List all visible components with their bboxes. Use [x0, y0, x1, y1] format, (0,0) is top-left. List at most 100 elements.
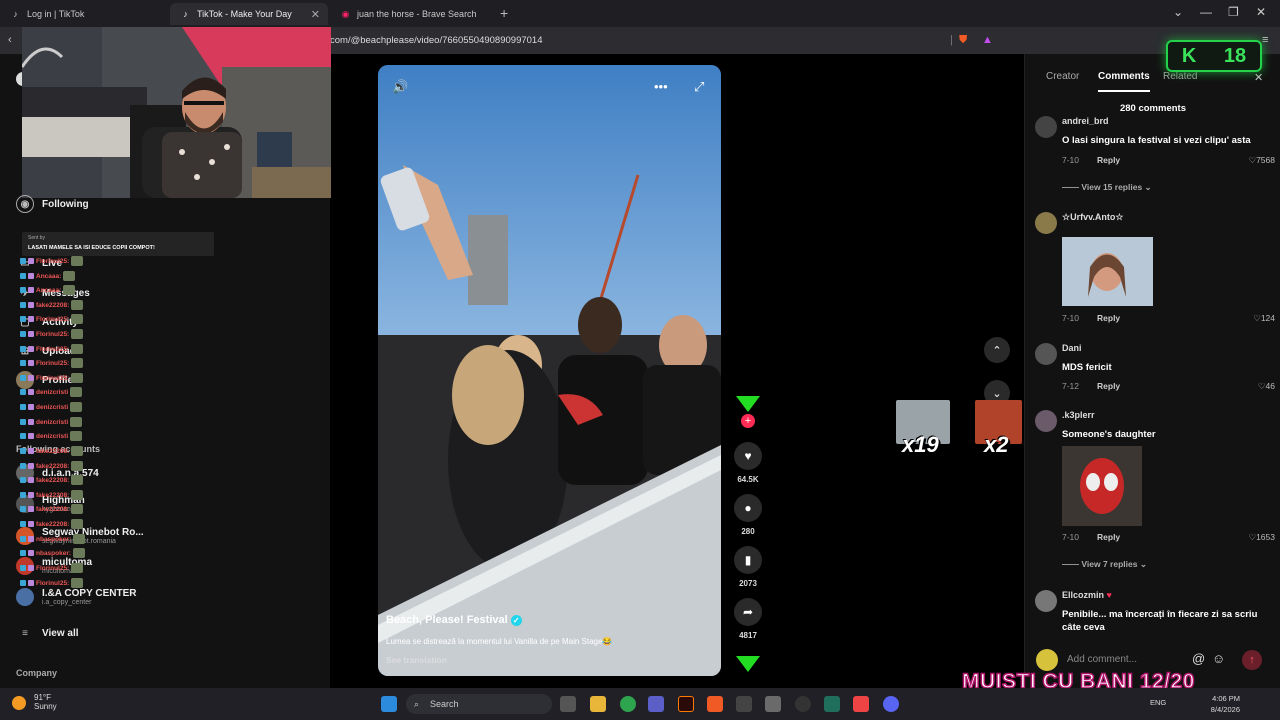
previous-video-button[interactable]: ⌃ [984, 337, 1010, 363]
bookmark-icon[interactable]: ▮ [734, 546, 762, 574]
reply-button[interactable]: Reply [1097, 532, 1120, 542]
like-action[interactable]: ♥ 64.5K [733, 442, 763, 484]
windows-start-icon[interactable] [381, 696, 397, 712]
brave-icon[interactable] [707, 696, 723, 712]
fullscreen-icon[interactable]: ⤢ [694, 79, 704, 95]
close-panel-icon[interactable]: ✕ [1254, 71, 1263, 84]
tab-related[interactable]: Related [1163, 71, 1197, 82]
comment-user[interactable]: Dani [1062, 343, 1082, 353]
reply-button[interactable]: Reply [1097, 313, 1120, 323]
tab-login[interactable]: ♪ Log in | TikTok [0, 3, 170, 25]
heart-icon[interactable]: ♥ [734, 442, 762, 470]
comment-date: 7-10 [1062, 155, 1080, 165]
task-view-icon[interactable] [560, 696, 576, 712]
brave-rewards-icon[interactable]: ▲ [982, 34, 993, 46]
app-icon[interactable] [736, 696, 752, 712]
chat-username: Florinul25: [36, 345, 70, 353]
view-replies-button[interactable]: —— View 15 replies ⌄ [1062, 182, 1152, 193]
avatar[interactable] [1035, 343, 1057, 365]
post-comment-button[interactable]: ↑ [1242, 650, 1262, 670]
avatar[interactable] [1035, 116, 1057, 138]
comment-action[interactable]: ● 280 [733, 494, 763, 536]
reply-button[interactable]: Reply [1097, 155, 1120, 165]
emoji-icon[interactable]: ☺ [1212, 651, 1225, 666]
share-icon[interactable]: ➦ [734, 598, 762, 626]
comment-user[interactable]: Ellcozmin ♥ [1062, 590, 1112, 600]
reply-button[interactable]: Reply [1097, 381, 1120, 391]
tab-brave-search[interactable]: ◉ juan the horse - Brave Search [330, 3, 495, 25]
view-all-link[interactable]: ≡ View all [16, 624, 78, 642]
following-account[interactable]: I.&A COPY CENTER i.a_copy_center [16, 588, 136, 606]
comment-like[interactable]: ♡124 [1253, 313, 1275, 324]
avatar[interactable] [1035, 590, 1057, 612]
app-icon[interactable] [853, 696, 869, 712]
illustrator-icon[interactable] [678, 696, 694, 712]
taskbar-search[interactable]: ⌕ Search [406, 694, 552, 714]
minimize-button[interactable]: — [1200, 5, 1212, 19]
verified-icon: ✓ [510, 615, 522, 626]
teams-icon[interactable] [648, 696, 664, 712]
emote-icon [71, 358, 84, 368]
video-player[interactable]: 🔊 ••• ⤢ Beach, Please! Festival ✓ Lumea … [378, 65, 721, 676]
comment-user[interactable]: ☆Urfvv.Anto☆ [1062, 212, 1123, 223]
obs-icon[interactable] [795, 696, 811, 712]
new-tab-button[interactable]: + [500, 5, 508, 21]
video-account-name[interactable]: Beach, Please! Festival ✓ [386, 614, 522, 626]
like-count: 124 [1260, 313, 1275, 323]
save-action[interactable]: ▮ 2073 [733, 546, 763, 588]
chrome-icon[interactable] [620, 696, 636, 712]
see-translation-link[interactable]: See translation [386, 655, 447, 665]
avatar[interactable] [1035, 410, 1057, 432]
emote-icon [70, 417, 83, 427]
chat-message: denizcristi [20, 417, 83, 427]
discord-icon[interactable] [883, 696, 899, 712]
mention-icon[interactable]: @ [1192, 651, 1205, 666]
badge-icon [20, 287, 26, 293]
chat-message: Florinul25: [20, 373, 84, 383]
comment-like[interactable]: ♡1653 [1248, 532, 1275, 543]
avatar[interactable] [1035, 212, 1057, 234]
badge-icon [28, 404, 34, 410]
close-tab-icon[interactable]: ✕ [311, 8, 320, 21]
browser-menu-icon[interactable]: ≡ [1262, 34, 1268, 46]
comment-icon[interactable]: ● [734, 494, 762, 522]
comment-like[interactable]: ♡46 [1258, 381, 1275, 392]
pinned-chat-message: Sent by LASATI MAMELE SA ISI EDUCE COPII… [22, 232, 214, 256]
more-options-icon[interactable]: ••• [654, 79, 668, 94]
company-link[interactable]: Company [16, 668, 57, 678]
badge-icon [28, 302, 34, 308]
tab-comments[interactable]: Comments [1098, 71, 1150, 92]
app-icon[interactable] [824, 696, 840, 712]
file-explorer-icon[interactable] [590, 696, 606, 712]
badge-icon [20, 448, 26, 454]
close-window-button[interactable]: ✕ [1256, 5, 1266, 19]
comment-user[interactable]: .k3plerr [1062, 410, 1095, 420]
comment-user[interactable]: andrei_brd [1062, 116, 1109, 126]
weather-widget[interactable]: 91°F Sunny [12, 693, 57, 711]
comment-like[interactable]: ♡7568 [1248, 155, 1275, 166]
chat-username: fake22208: [36, 520, 70, 528]
chat-username: nbaspoker: [36, 535, 72, 543]
back-icon[interactable]: ‹ [8, 34, 12, 46]
maximize-button[interactable]: ❐ [1228, 5, 1239, 19]
comment-image[interactable] [1062, 446, 1142, 526]
tab-creator[interactable]: Creator [1046, 71, 1079, 82]
badge-icon [28, 360, 34, 366]
volume-icon[interactable]: 🔊 [392, 79, 408, 95]
tab-tiktok[interactable]: ♪ TikTok - Make Your Day ✕ [170, 3, 328, 25]
language-indicator[interactable]: ENG [1150, 698, 1166, 707]
tab-menu-icon[interactable]: ⌄ [1173, 5, 1183, 19]
share-action[interactable]: ➦ 4817 [733, 598, 763, 640]
share-count: 4817 [739, 631, 757, 640]
creator-avatar-area[interactable]: + [733, 396, 763, 428]
system-clock[interactable]: 4:06 PM 8/4/2026 [1211, 693, 1240, 715]
view-replies-button[interactable]: —— View 7 replies ⌄ [1062, 559, 1147, 570]
url-field[interactable]: com/@beachplease/video/76605504908909970… [330, 35, 542, 46]
account-name: I.&A COPY CENTER [42, 588, 137, 599]
settings-icon[interactable] [765, 696, 781, 712]
follow-plus-icon[interactable]: + [741, 414, 755, 428]
sidebar-item-following[interactable]: ◉ Following [16, 195, 89, 213]
brave-shield-icon[interactable]: ⛊ [959, 34, 967, 47]
comment-input[interactable]: Add comment... [1064, 650, 1234, 670]
comment-image[interactable] [1062, 237, 1153, 306]
